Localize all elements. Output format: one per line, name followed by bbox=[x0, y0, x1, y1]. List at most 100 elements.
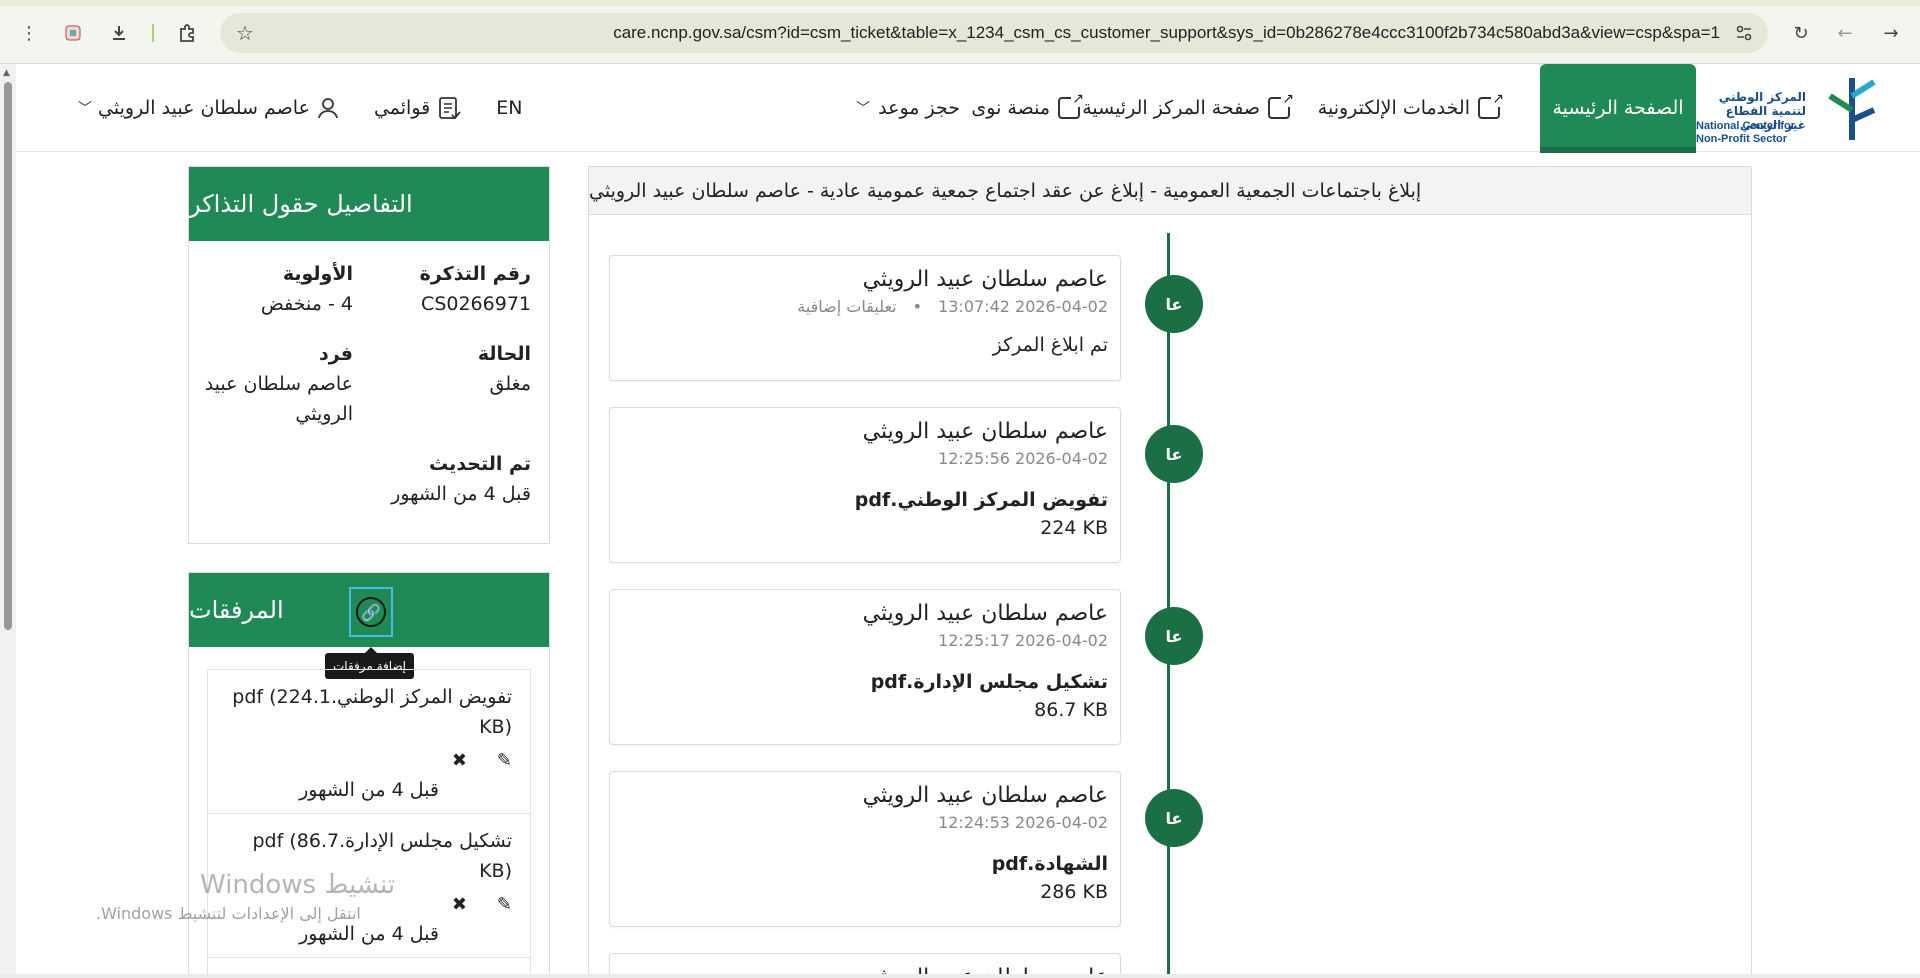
forward-icon[interactable]: → bbox=[1876, 18, 1906, 48]
entry-meta: 2026-04-02 12:25:56 bbox=[622, 448, 1108, 470]
priority-value: 4 - منخفض bbox=[260, 293, 353, 315]
meta-separator: • bbox=[912, 297, 923, 316]
extensions-icon[interactable] bbox=[172, 18, 202, 48]
external-link-icon bbox=[1268, 91, 1295, 119]
nav-nawa[interactable]: منصة نوى bbox=[971, 64, 1085, 152]
entry-file-size: 86.7 KB bbox=[1034, 699, 1108, 721]
external-link-icon bbox=[1058, 91, 1085, 119]
tab-strip-edge bbox=[0, 0, 1920, 6]
logo-text-en: National Center for Non-Profit Sector bbox=[1696, 120, 1796, 145]
windows-activation-hint: انتقل إلى الإعدادات لتنشيط Windows. bbox=[96, 904, 361, 923]
entry-file-link[interactable]: تفويض المركز الوطني.pdf bbox=[622, 486, 1108, 514]
language-switch[interactable]: EN bbox=[496, 97, 522, 119]
entry-meta: 2026-04-02 13:07:42 • تعليقات إضافية bbox=[622, 296, 1108, 318]
timeline-entry: عاصم سلطان عبيد الرويثي 2026-04-02 12:25… bbox=[609, 589, 1121, 745]
url-text[interactable]: care.ncnp.gov.sa/csm?id=csm_ticket&table… bbox=[613, 23, 1720, 43]
individual-field: فرد عاصم سلطان عبيد الرويثي bbox=[203, 339, 353, 429]
nav-booking[interactable]: حجز موعد ﹀ bbox=[856, 64, 960, 152]
nav-eservices-label: الخدمات الإلكترونية bbox=[1317, 97, 1470, 119]
timeline-line bbox=[1167, 233, 1170, 978]
scrollbar-thumb[interactable] bbox=[4, 82, 12, 630]
page-content: التفاصيل حقول التذاكر رقم التذكرة CS0266… bbox=[16, 152, 1920, 978]
logo-mark-icon bbox=[1828, 78, 1876, 140]
header-user-area: ﹀ عاصم سلطان عبيد الرويثي قوائمي EN bbox=[78, 64, 522, 152]
my-lists-label: قوائمي bbox=[373, 97, 431, 119]
entry-author: عاصم سلطان عبيد الرويثي bbox=[862, 783, 1108, 808]
my-lists-link[interactable]: قوائمي bbox=[374, 95, 462, 121]
attachment-time: قبل 4 من الشهور bbox=[299, 779, 439, 801]
vertical-scrollbar[interactable]: ▲ bbox=[0, 64, 16, 978]
entry-file-size: 224 KB bbox=[1040, 517, 1108, 539]
nav-center-home[interactable]: صفحة المركز الرئيسية bbox=[1082, 64, 1295, 152]
entry-tag: تعليقات إضافية bbox=[797, 297, 897, 316]
bookmark-star-icon[interactable]: ☆ bbox=[236, 21, 254, 45]
ncnp-logo[interactable]: المركز الوطني لتنمية القطاع غير الربحي N… bbox=[1696, 70, 1882, 146]
delete-icon[interactable]: ✖ bbox=[452, 894, 467, 915]
individual-value: عاصم سلطان عبيد الرويثي bbox=[204, 373, 353, 425]
entry-file-link[interactable]: الشهادة.pdf bbox=[622, 850, 1108, 878]
edit-pencil-icon[interactable]: ✎ bbox=[497, 750, 512, 771]
entry-time: 2026-04-02 12:24:53 bbox=[938, 813, 1108, 832]
user-icon bbox=[318, 98, 338, 119]
nav-booking-label: حجز موعد bbox=[878, 97, 960, 119]
entry-file-size: 286 KB bbox=[1040, 881, 1108, 903]
nav-eservices[interactable]: الخدمات الإلكترونية bbox=[1317, 64, 1505, 152]
download-icon[interactable] bbox=[104, 18, 134, 48]
avatar: عا bbox=[1145, 789, 1203, 847]
entry-author: عاصم سلطان عبيد الرويثي bbox=[862, 601, 1108, 626]
address-bar[interactable]: ☆ care.ncnp.gov.sa/csm?id=csm_ticket&tab… bbox=[220, 13, 1768, 53]
ticket-details-panel: التفاصيل حقول التذاكر رقم التذكرة CS0266… bbox=[188, 166, 550, 544]
entry-time: 2026-04-02 12:25:17 bbox=[938, 631, 1108, 650]
nav-center-home-label: صفحة المركز الرئيسية bbox=[1082, 97, 1260, 119]
status-label: الحالة bbox=[477, 343, 531, 365]
add-attachment-button[interactable]: 🔗 bbox=[349, 587, 393, 637]
checklist-icon bbox=[439, 97, 461, 120]
status-field: الحالة مغلق bbox=[478, 339, 531, 399]
back-icon[interactable]: ← bbox=[1830, 18, 1860, 48]
avatar: عا bbox=[1145, 425, 1203, 483]
user-name: عاصم سلطان عبيد الرويثي bbox=[98, 97, 310, 119]
entry-time: 2026-04-02 13:07:42 bbox=[938, 297, 1108, 316]
site-header: المركز الوطني لتنمية القطاع غير الربحي N… bbox=[16, 64, 1920, 153]
edit-pencil-icon[interactable]: ✎ bbox=[497, 894, 512, 915]
ticket-number-field: رقم التذكرة CS0266971 bbox=[420, 259, 531, 319]
windows-activation-watermark: تنشيط Windows bbox=[200, 870, 396, 900]
language-label: EN bbox=[496, 97, 523, 119]
ticket-number-label: رقم التذكرة bbox=[419, 263, 531, 285]
avatar: عا bbox=[1145, 275, 1203, 333]
status-value: مغلق bbox=[489, 373, 531, 395]
ticket-details-grid: رقم التذكرة CS0266971 الأولوية 4 - منخفض… bbox=[189, 241, 549, 543]
menu-icon[interactable]: ⋮ bbox=[14, 18, 44, 48]
scroll-up-icon[interactable]: ▲ bbox=[3, 68, 10, 78]
attachment-list: تفويض المركز الوطني.pdf (224.1 KB) ✖ ✎ ق… bbox=[207, 669, 531, 978]
reload-icon[interactable]: ↻ bbox=[1786, 18, 1816, 48]
user-menu[interactable]: ﹀ عاصم سلطان عبيد الرويثي bbox=[78, 96, 340, 120]
toolbar-divider bbox=[152, 24, 154, 42]
ticket-title: إبلاغ باجتماعات الجمعية العمومية - إبلاغ… bbox=[589, 167, 1751, 215]
horizontal-scrollbar[interactable] bbox=[0, 974, 1920, 978]
individual-label: فرد bbox=[318, 343, 353, 365]
site-settings-icon[interactable] bbox=[1734, 23, 1754, 43]
chevron-down-icon: ﹀ bbox=[856, 101, 871, 117]
updated-value: قبل 4 من الشهور bbox=[391, 483, 531, 505]
nav-nawa-label: منصة نوى bbox=[971, 97, 1050, 119]
entry-file-link[interactable]: تشكيل مجلس الإدارة.pdf bbox=[622, 668, 1108, 696]
timeline-entry: عاصم سلطان عبيد الرويثي 2026-04-02 13:07… bbox=[609, 255, 1121, 381]
attachment-time: قبل 4 من الشهور bbox=[299, 923, 439, 945]
updated-label: تم التحديث bbox=[429, 453, 531, 475]
nav-home[interactable]: الصفحة الرئيسية bbox=[1540, 64, 1696, 153]
entry-meta: 2026-04-02 12:25:17 bbox=[622, 630, 1108, 652]
attachment-item: تفويض المركز الوطني.pdf (224.1 KB) ✖ ✎ ق… bbox=[208, 670, 530, 814]
external-link-icon bbox=[1478, 91, 1505, 119]
attachments-title: المرفقات bbox=[189, 596, 284, 624]
site-favicon[interactable] bbox=[58, 18, 88, 48]
ticket-timeline-card: إبلاغ باجتماعات الجمعية العمومية - إبلاغ… bbox=[588, 166, 1752, 978]
priority-field: الأولوية 4 - منخفض bbox=[261, 259, 353, 319]
attachment-name[interactable]: تفويض المركز الوطني.pdf (224.1 KB) bbox=[226, 682, 512, 742]
ticket-number-value: CS0266971 bbox=[421, 293, 531, 315]
delete-icon[interactable]: ✖ bbox=[452, 750, 467, 771]
updated-field: تم التحديث قبل 4 من الشهور bbox=[391, 449, 531, 509]
browser-toolbar: ⋮ ☆ care.ncnp.gov.sa/csm?id=csm_ticket&t… bbox=[0, 0, 1920, 64]
avatar: عا bbox=[1145, 607, 1203, 665]
chevron-down-icon: ﹀ bbox=[78, 101, 92, 117]
